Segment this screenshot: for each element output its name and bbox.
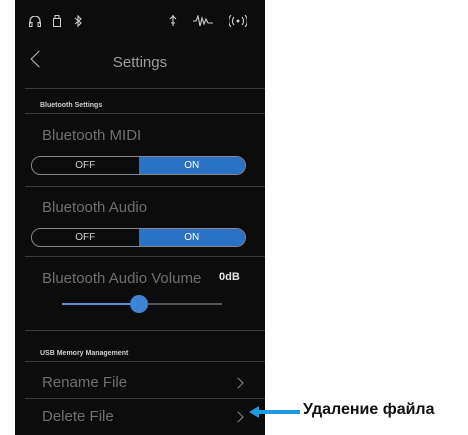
settings-screen: Settings Bluetooth Settings Bluetooth MI… (15, 0, 265, 435)
usb-section-header: USB Memory Management (40, 350, 129, 357)
bluetooth-midi-on-option[interactable]: ON (138, 157, 245, 174)
bluetooth-audio-on-option[interactable]: ON (138, 229, 245, 246)
delete-file-item[interactable]: Delete File (42, 408, 114, 425)
bluetooth-midi-off-option[interactable]: OFF (32, 157, 139, 174)
bluetooth-audio-label: Bluetooth Audio (42, 199, 148, 216)
divider (25, 361, 265, 362)
bluetooth-midi-label: Bluetooth MIDI (42, 127, 142, 144)
bluetooth-section-header: Bluetooth Settings (40, 102, 103, 109)
bluetooth-midi-toggle[interactable]: OFF ON (31, 156, 246, 175)
bluetooth-icon (74, 14, 82, 32)
divider (25, 398, 265, 399)
volume-value: 0dB (219, 271, 240, 283)
wireless-icon (228, 14, 248, 32)
title-bar: Settings (15, 40, 265, 85)
volume-slider-knob[interactable] (129, 295, 148, 313)
divider (25, 113, 265, 114)
bluetooth-audio-toggle[interactable]: OFF ON (31, 228, 246, 247)
headphones-icon (29, 14, 41, 32)
page-title: Settings (112, 54, 168, 71)
divider (25, 88, 265, 89)
chevron-right-icon (232, 411, 244, 423)
callout-arrow-icon (249, 406, 300, 418)
microphone-icon (169, 14, 177, 32)
rename-file-item[interactable]: Rename File (42, 374, 127, 391)
bluetooth-audio-volume-label: Bluetooth Audio Volume (42, 270, 202, 287)
status-bar (15, 0, 265, 40)
divider (25, 256, 265, 257)
bluetooth-audio-off-option[interactable]: OFF (32, 229, 139, 246)
chevron-right-icon (232, 377, 244, 389)
line-in-icon (193, 14, 213, 32)
callout-label: Удаление файла (303, 401, 435, 418)
divider (25, 186, 265, 187)
usb-stick-icon (53, 14, 61, 32)
divider (25, 330, 265, 331)
